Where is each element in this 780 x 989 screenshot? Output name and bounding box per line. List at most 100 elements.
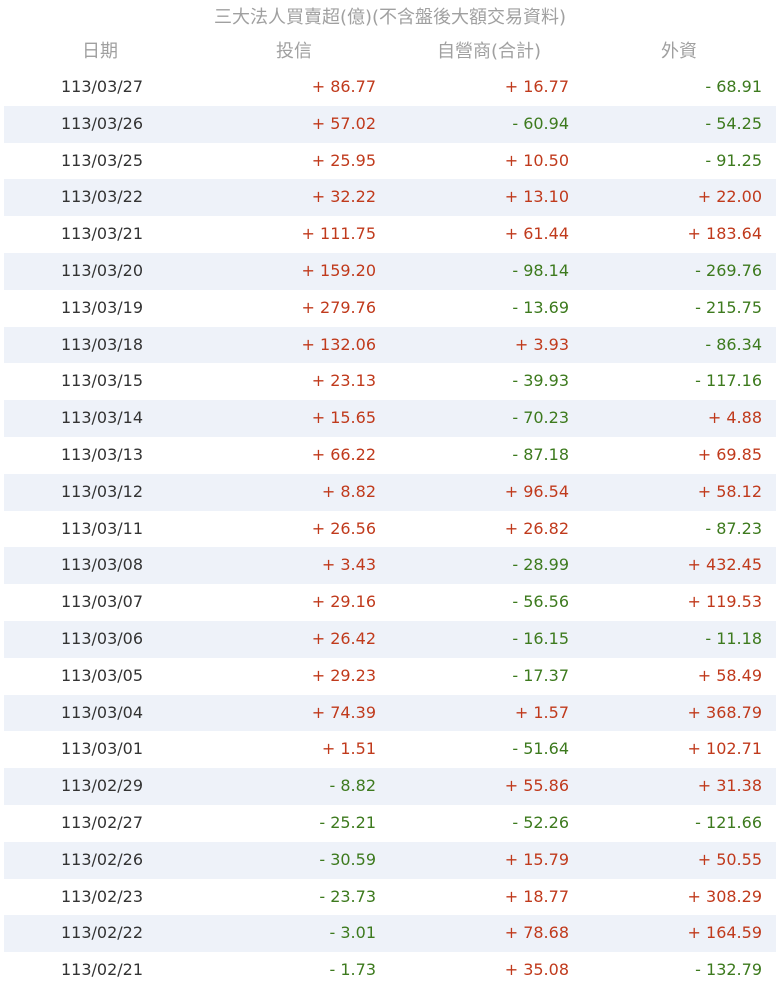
row-investment-trust: + 159.20 — [301, 260, 376, 280]
row-dealers: - 28.99 — [512, 555, 569, 575]
row-investment-trust: - 3.01 — [329, 923, 376, 943]
row-investment-trust: + 57.02 — [311, 113, 376, 133]
row-investment-trust: + 3.43 — [321, 555, 376, 575]
table-title: 三大法人買賣超(億)(不含盤後大額交易資料) — [213, 7, 567, 28]
table-row: 113/03/07 + 29.16 - 56.56 + 119.53 — [4, 584, 776, 621]
row-date: 113/03/08 — [61, 555, 144, 575]
table-row: 113/03/04 + 74.39 + 1.57 + 368.79 — [4, 694, 776, 732]
row-date: 113/03/04 — [61, 702, 144, 722]
row-date: 113/03/25 — [61, 150, 144, 170]
row-investment-trust: - 8.82 — [329, 776, 376, 796]
table-row: 113/03/25 + 25.95 + 10.50 - 91.25 — [4, 143, 776, 180]
row-dealers: + 15.79 — [504, 849, 569, 869]
row-foreign: - 54.25 — [705, 113, 762, 133]
row-investment-trust: - 1.73 — [329, 960, 376, 980]
row-investment-trust: + 26.42 — [311, 628, 376, 648]
row-date: 113/03/13 — [61, 444, 144, 464]
row-investment-trust: - 25.21 — [319, 812, 376, 832]
row-investment-trust: + 66.22 — [311, 444, 376, 464]
row-foreign: + 58.49 — [697, 665, 762, 685]
row-investment-trust: + 25.95 — [311, 150, 376, 170]
row-date: 113/03/07 — [61, 592, 144, 612]
row-investment-trust: - 23.73 — [319, 886, 376, 906]
row-investment-trust: + 15.65 — [311, 408, 376, 428]
row-investment-trust: + 279.76 — [301, 297, 376, 317]
row-dealers: - 13.69 — [512, 297, 569, 317]
row-date: 113/03/06 — [61, 628, 144, 648]
row-date: 113/02/21 — [61, 960, 144, 980]
row-dealers: - 52.26 — [512, 812, 569, 832]
row-investment-trust: + 74.39 — [311, 702, 376, 722]
row-date: 113/02/27 — [61, 812, 144, 832]
row-dealers: + 35.08 — [504, 960, 569, 980]
row-dealers: + 61.44 — [504, 224, 569, 244]
header-foreign: 外資 — [661, 41, 697, 62]
row-date: 113/03/26 — [61, 113, 144, 133]
table-row: 113/03/12 + 8.82 + 96.54 + 58.12 — [4, 473, 776, 511]
row-date: 113/03/27 — [61, 77, 144, 96]
row-date: 113/03/18 — [61, 334, 144, 354]
row-date: 113/03/20 — [61, 260, 144, 280]
row-investment-trust: + 32.22 — [311, 187, 376, 207]
row-foreign: + 58.12 — [697, 481, 762, 501]
row-foreign: + 308.29 — [687, 886, 762, 906]
row-foreign: + 22.00 — [697, 187, 762, 207]
row-dealers: + 55.86 — [504, 776, 569, 796]
row-date: 113/03/15 — [61, 371, 144, 391]
table-row: 113/03/26 + 57.02 - 60.94 - 54.25 — [4, 105, 776, 143]
row-foreign: + 50.55 — [697, 849, 762, 869]
row-foreign: - 269.76 — [695, 260, 762, 280]
row-investment-trust: + 132.06 — [301, 334, 376, 354]
row-investment-trust: + 86.77 — [311, 77, 376, 96]
row-date: 113/02/26 — [61, 849, 144, 869]
row-investment-trust: + 29.23 — [311, 665, 376, 685]
row-dealers: + 18.77 — [504, 886, 569, 906]
header-date: 日期 — [82, 41, 118, 62]
row-investment-trust: + 1.51 — [321, 739, 376, 759]
row-foreign: + 4.88 — [707, 408, 762, 428]
table-row: 113/02/26 - 30.59 + 15.79 + 50.55 — [4, 841, 776, 879]
row-foreign: - 11.18 — [705, 628, 762, 648]
row-investment-trust: + 29.16 — [311, 592, 376, 612]
row-dealers: + 26.82 — [504, 518, 569, 538]
row-date: 113/03/19 — [61, 297, 144, 317]
row-date: 113/02/22 — [61, 923, 144, 943]
row-date: 113/03/11 — [61, 518, 144, 538]
row-foreign: - 68.91 — [705, 77, 762, 96]
row-date: 113/03/01 — [61, 739, 144, 759]
header-dealers: 自營商(合計) — [437, 41, 542, 62]
table-row: 113/03/08 + 3.43 - 28.99 + 432.45 — [4, 547, 776, 585]
table-row: 113/03/14 + 15.65 - 70.23 + 4.88 — [4, 400, 776, 437]
row-dealers: + 13.10 — [504, 187, 569, 207]
row-foreign: + 102.71 — [687, 739, 762, 759]
row-dealers: - 51.64 — [512, 739, 569, 759]
table-row: 113/02/21 - 1.73 + 35.08 - 132.79 — [4, 952, 776, 989]
row-date: 113/03/14 — [61, 408, 144, 428]
row-foreign: + 31.38 — [697, 776, 762, 796]
table-row: 113/02/27 - 25.21 - 52.26 - 121.66 — [4, 805, 776, 842]
row-dealers: - 16.15 — [512, 628, 569, 648]
row-dealers: + 10.50 — [504, 150, 569, 170]
table-row: 113/03/22 + 32.22 + 13.10 + 22.00 — [4, 179, 776, 217]
table-row: 113/03/01 + 1.51 - 51.64 + 102.71 — [4, 731, 776, 768]
table-row: 113/03/05 + 29.23 - 17.37 + 58.49 — [4, 658, 776, 695]
row-foreign: - 215.75 — [695, 297, 762, 317]
row-foreign: + 119.53 — [687, 592, 762, 612]
table-row: 113/03/18 + 132.06 + 3.93 - 86.34 — [4, 326, 776, 364]
row-investment-trust: + 23.13 — [311, 371, 376, 391]
row-date: 113/02/23 — [61, 886, 144, 906]
table-header: 日期 投信 自營商(合計) 外資 — [0, 36, 780, 68]
row-dealers: + 1.57 — [514, 702, 569, 722]
row-dealers: + 78.68 — [504, 923, 569, 943]
row-foreign: - 87.23 — [705, 518, 762, 538]
row-dealers: - 56.56 — [512, 592, 569, 612]
row-dealers: + 3.93 — [514, 334, 569, 354]
table-row: 113/02/22 - 3.01 + 78.68 + 164.59 — [4, 915, 776, 953]
table-row: 113/03/27 + 86.77 + 16.77 - 68.91 — [4, 69, 776, 106]
table-row: 113/02/29 - 8.82 + 55.86 + 31.38 — [4, 768, 776, 805]
table-row: 113/03/21 + 111.75 + 61.44 + 183.64 — [4, 216, 776, 253]
row-date: 113/03/21 — [61, 224, 144, 244]
row-dealers: - 17.37 — [512, 665, 569, 685]
row-investment-trust: - 30.59 — [319, 849, 376, 869]
row-dealers: - 98.14 — [512, 260, 569, 280]
